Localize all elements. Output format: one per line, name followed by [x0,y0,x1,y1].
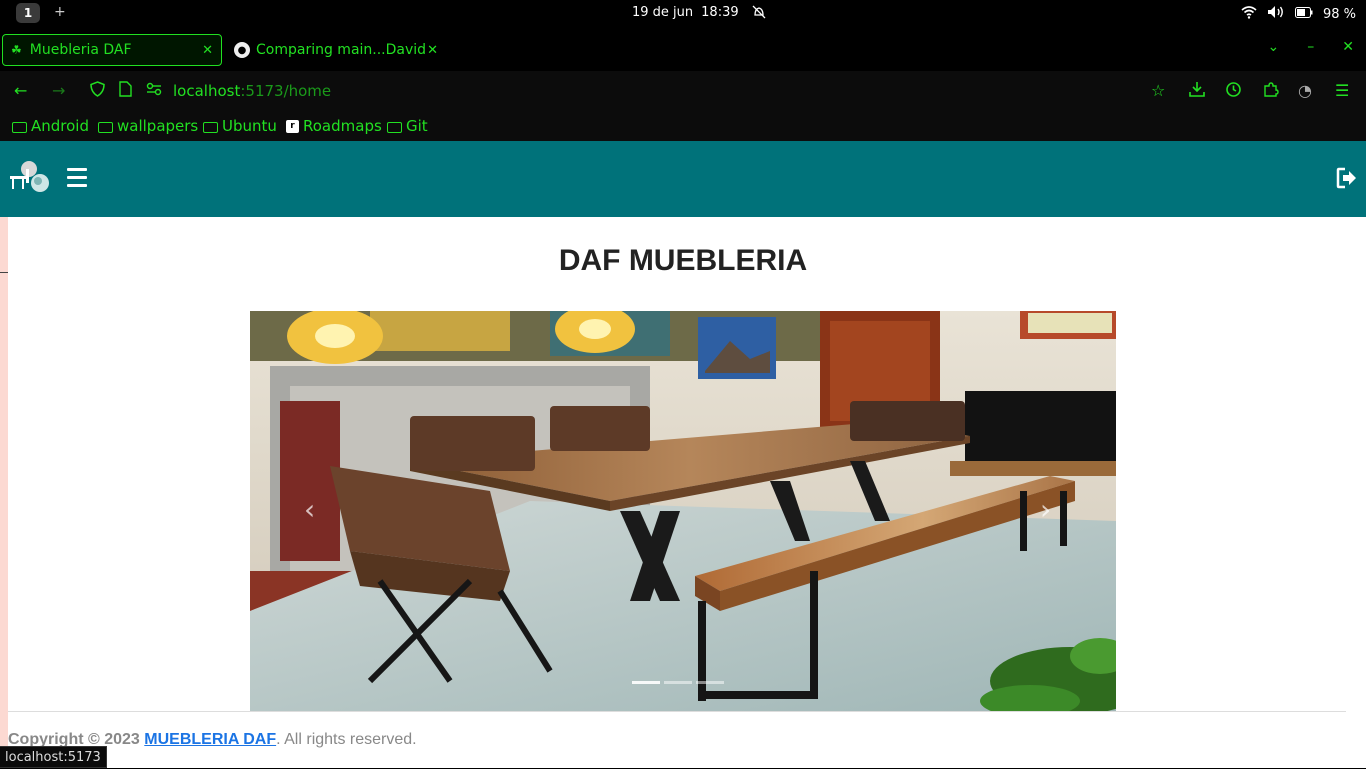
site-favicon-icon: ☘ [11,43,22,57]
wifi-icon [1241,5,1257,23]
bookmark-android[interactable]: Android [12,117,89,135]
close-tab-icon[interactable]: ✕ [202,43,213,58]
url-path: :5173/home [240,82,332,100]
workspace-indicator[interactable]: 1 [16,3,40,23]
app-menu-icon[interactable]: ☰ [1335,81,1349,100]
side-strip [0,217,8,768]
bookmark-git[interactable]: Git [387,117,428,135]
close-tab-icon[interactable]: ✕ [427,43,438,58]
page-info-icon[interactable] [119,81,132,101]
permissions-icon[interactable] [146,81,162,100]
carousel-indicator[interactable] [664,681,692,684]
list-all-tabs-icon[interactable]: ⌄ [1268,39,1280,55]
tab-title: Muebleria DAF [29,42,132,58]
bookmark-label: Git [406,117,428,135]
roadmap-icon: r [286,119,299,133]
carousel-indicator[interactable] [696,681,724,684]
brand-link[interactable]: MUEBLERIA DAF [144,731,276,748]
bookmark-wallpapers[interactable]: wallpapers [98,117,198,135]
carousel-next-button[interactable]: › [1040,493,1051,526]
url-host: localhost [173,82,241,100]
site-header [0,141,1366,217]
system-top-bar: 1 + 19 de jun 18:39 98 % [0,0,1366,27]
folder-icon [98,121,113,133]
bookmarks-bar: Android wallpapers Ubuntu r Roadmaps Git [0,111,1366,141]
carousel-prev-button[interactable]: ‹ [304,493,315,526]
image-carousel[interactable]: ‹ › [250,311,1116,711]
github-icon: ● [234,42,250,58]
history-icon[interactable] [1225,81,1242,102]
dining-room-photo [250,311,1116,711]
bookmark-label: Roadmaps [303,117,382,135]
add-workspace-button[interactable]: + [54,4,66,20]
do-not-disturb-icon [752,5,766,23]
time-label: 18:39 [701,5,739,20]
battery-percentage: 98 % [1322,6,1356,22]
extension-avatar-icon[interactable]: ◔ [1298,81,1312,100]
clock[interactable]: 19 de jun 18:39 [632,5,739,20]
logout-icon[interactable] [1336,167,1358,193]
footer-divider [8,711,1346,712]
forward-icon[interactable]: → [52,81,65,100]
menu-toggle-button[interactable] [67,168,87,188]
back-icon[interactable]: ← [14,81,27,100]
carousel-indicator[interactable] [632,681,660,684]
window-controls: ⌄ – ✕ [1268,39,1354,55]
bookmark-ubuntu[interactable]: Ubuntu [203,117,277,135]
bookmark-label: Ubuntu [222,117,277,135]
carousel-indicators [632,681,724,684]
folder-icon [387,121,402,133]
page-title: DAF MUEBLERIA [558,244,808,277]
tracking-shield-icon[interactable] [90,81,105,101]
extensions-icon[interactable] [1263,81,1279,101]
tab-comparing-main[interactable]: ● Comparing main...David ✕ [234,34,444,66]
web-page: DAF MUEBLERIA ‹ › Copyright © 2023 MUEBL… [0,141,1366,768]
volume-icon [1267,5,1285,23]
browser-tab-bar: ☘ Muebleria DAF ✕ ● Comparing main...Dav… [0,27,1366,71]
browser-nav-bar: ← → localhost:5173/home ☆ ◔ ☰ [0,71,1366,111]
bookmark-label: wallpapers [117,117,199,135]
battery-icon [1294,6,1313,22]
brand-logo[interactable] [8,159,52,195]
rights-text: . All rights reserved. [276,731,417,748]
downloads-icon[interactable] [1189,81,1205,101]
bookmark-star-icon[interactable]: ☆ [1151,81,1165,100]
folder-icon [12,121,27,133]
system-tray[interactable]: 98 % [1241,5,1356,23]
close-window-icon[interactable]: ✕ [1342,39,1354,55]
folder-icon [203,121,218,133]
tab-title: Comparing main...David [256,42,427,58]
date-label: 19 de jun [632,5,694,20]
url-field[interactable]: localhost:5173/home [173,82,331,100]
tab-muebleria-daf[interactable]: ☘ Muebleria DAF ✕ [2,34,222,66]
bookmark-roadmaps[interactable]: r Roadmaps [286,117,382,135]
bookmark-label: Android [31,117,89,135]
link-status-tooltip: localhost:5173 [0,746,107,768]
minimize-icon[interactable]: – [1307,39,1314,55]
